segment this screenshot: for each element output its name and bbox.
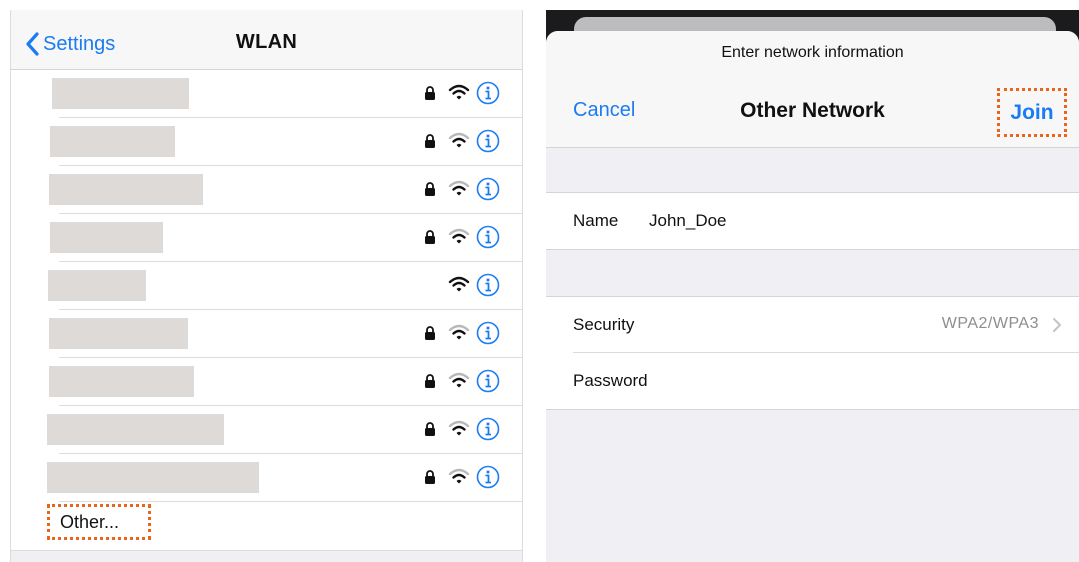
wifi-icon xyxy=(448,324,470,340)
redacted-network-name xyxy=(49,318,188,349)
wifi-icon xyxy=(448,84,470,100)
name-field[interactable]: Name John_Doe xyxy=(546,193,1079,249)
info-icon[interactable] xyxy=(476,225,500,249)
network-row[interactable] xyxy=(11,406,522,454)
security-row[interactable]: Security WPA2/WPA3 xyxy=(546,297,1079,353)
info-icon[interactable] xyxy=(476,369,500,393)
network-row[interactable] xyxy=(11,166,522,214)
security-value: WPA2/WPA3 xyxy=(941,315,1039,332)
info-icon[interactable] xyxy=(476,177,500,201)
chevron-right-icon xyxy=(1053,318,1061,332)
lock-icon xyxy=(425,422,435,436)
lock-icon xyxy=(425,230,435,244)
network-row[interactable] xyxy=(11,310,522,358)
info-icon[interactable] xyxy=(476,417,500,441)
network-row[interactable] xyxy=(11,358,522,406)
redacted-network-name xyxy=(49,366,194,397)
redacted-network-name xyxy=(47,414,224,445)
info-icon[interactable] xyxy=(476,273,500,297)
sheet-header: Enter network information Cancel Other N… xyxy=(546,31,1079,148)
redacted-network-name xyxy=(50,222,163,253)
redacted-network-name xyxy=(48,270,146,301)
other-network-row[interactable]: Other... xyxy=(11,502,522,550)
wifi-icon xyxy=(448,372,470,388)
wifi-icon xyxy=(448,468,470,484)
name-group: Name John_Doe xyxy=(546,192,1079,250)
network-row[interactable] xyxy=(11,454,522,502)
lock-icon xyxy=(425,134,435,148)
password-label: Password xyxy=(573,371,648,390)
info-icon[interactable] xyxy=(476,81,500,105)
redacted-network-name xyxy=(52,78,189,109)
list-footer xyxy=(11,550,522,562)
security-label: Security xyxy=(573,315,635,334)
network-row[interactable] xyxy=(11,70,522,118)
wifi-icon xyxy=(448,228,470,244)
wlan-screen: Settings WLAN Other... xyxy=(10,10,523,562)
wifi-icon xyxy=(448,276,470,292)
network-row[interactable] xyxy=(11,214,522,262)
wifi-icon xyxy=(448,132,470,148)
network-row[interactable] xyxy=(11,118,522,166)
lock-icon xyxy=(425,326,435,340)
redacted-network-name xyxy=(47,462,259,493)
page-title: WLAN xyxy=(235,31,298,53)
navigation-bar: Settings WLAN xyxy=(11,10,522,70)
name-label: Name xyxy=(573,211,619,230)
lock-icon xyxy=(425,374,435,388)
other-network-sheet: Enter network information Cancel Other N… xyxy=(546,31,1079,562)
security-group: Security WPA2/WPA3 Password xyxy=(546,296,1079,410)
info-icon[interactable] xyxy=(476,129,500,153)
redacted-network-name xyxy=(49,174,203,205)
password-field[interactable]: Password xyxy=(546,353,1079,409)
network-list: Other... xyxy=(11,70,522,550)
wifi-icon xyxy=(448,420,470,436)
network-row[interactable] xyxy=(11,262,522,310)
join-button[interactable]: Join xyxy=(997,88,1067,137)
info-icon[interactable] xyxy=(476,321,500,345)
wifi-icon xyxy=(448,180,470,196)
other-network-screen: Enter network information Cancel Other N… xyxy=(546,10,1079,562)
sheet-prompt: Enter network information xyxy=(721,44,904,61)
info-icon[interactable] xyxy=(476,465,500,489)
lock-icon xyxy=(425,182,435,196)
lock-icon xyxy=(425,86,435,100)
lock-icon xyxy=(425,470,435,484)
other-network-button[interactable]: Other... xyxy=(47,504,151,540)
redacted-network-name xyxy=(50,126,175,157)
name-input[interactable]: John_Doe xyxy=(649,211,727,231)
